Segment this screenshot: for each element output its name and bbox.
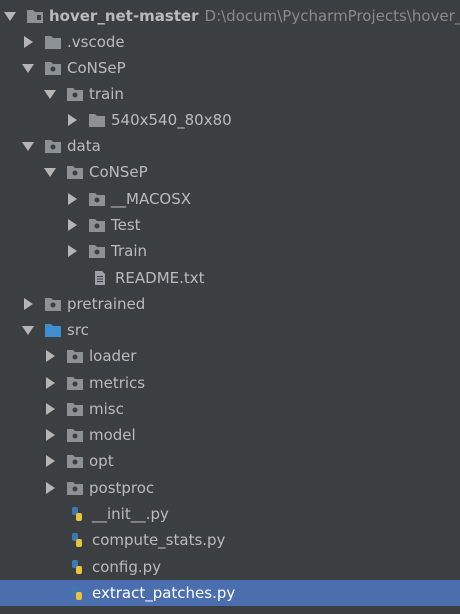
tree-item-label: config.py xyxy=(92,558,162,576)
folder-icon xyxy=(88,112,106,128)
tree-item-misc[interactable]: misc xyxy=(0,396,460,422)
tree-item-label: 540x540_80x80 xyxy=(111,111,232,129)
module-folder-icon xyxy=(26,8,44,24)
tree-item-label: src xyxy=(67,321,89,339)
folder-icon xyxy=(66,480,84,496)
python-file-icon xyxy=(69,585,87,601)
expand-arrow-icon[interactable] xyxy=(22,140,34,152)
tree-item-label: model xyxy=(89,426,136,444)
tree-item-label: Train xyxy=(111,242,147,260)
project-tree: hover_net-master D:\docum\PycharmProject… xyxy=(0,0,460,614)
collapse-arrow-icon[interactable] xyxy=(44,403,56,415)
tree-item-label: metrics xyxy=(89,374,146,392)
folder-icon xyxy=(66,453,84,469)
project-name: hover_net-master xyxy=(49,7,199,25)
source-folder-icon xyxy=(44,322,62,338)
tree-item-compute-stats-py[interactable]: compute_stats.py xyxy=(0,527,460,553)
expand-arrow-icon[interactable] xyxy=(4,10,16,22)
tree-item-train-data[interactable]: Train xyxy=(0,238,460,264)
collapse-arrow-icon[interactable] xyxy=(22,36,34,48)
tree-item-label: train xyxy=(89,85,124,103)
tree-item-src[interactable]: src xyxy=(0,317,460,343)
collapse-arrow-icon[interactable] xyxy=(66,193,78,205)
collapse-arrow-icon[interactable] xyxy=(44,377,56,389)
text-file-icon xyxy=(92,270,110,286)
tree-item-consep[interactable]: CoNSeP xyxy=(0,55,460,81)
tree-item-data-consep[interactable]: CoNSeP xyxy=(0,159,460,185)
tree-item-postproc[interactable]: postproc xyxy=(0,475,460,501)
expand-arrow-icon[interactable] xyxy=(44,166,56,178)
tree-item-label: compute_stats.py xyxy=(92,531,226,549)
tree-item-540x540[interactable]: 540x540_80x80 xyxy=(0,107,460,133)
expand-arrow-icon[interactable] xyxy=(22,62,34,74)
folder-icon xyxy=(88,243,106,259)
tree-item-train[interactable]: train xyxy=(0,81,460,107)
tree-item-label: data xyxy=(67,137,101,155)
tree-item-pretrained[interactable]: pretrained xyxy=(0,291,460,317)
tree-item-label: postproc xyxy=(89,479,155,497)
collapse-arrow-icon[interactable] xyxy=(44,482,56,494)
folder-icon xyxy=(66,86,84,102)
tree-item-init-py[interactable]: __init__.py xyxy=(0,501,460,527)
collapse-arrow-icon[interactable] xyxy=(66,219,78,231)
tree-item-label: .vscode xyxy=(67,33,125,51)
python-file-icon xyxy=(69,532,87,548)
tree-item-label: opt xyxy=(89,452,114,470)
python-file-icon xyxy=(69,559,87,575)
collapse-arrow-icon[interactable] xyxy=(44,455,56,467)
collapse-arrow-icon[interactable] xyxy=(22,298,34,310)
tree-item-label: __init__.py xyxy=(92,505,169,523)
expand-arrow-icon[interactable] xyxy=(44,88,56,100)
tree-item-opt[interactable]: opt xyxy=(0,448,460,474)
tree-item-label: loader xyxy=(89,347,137,365)
tree-item-label: CoNSeP xyxy=(67,59,126,77)
folder-icon xyxy=(88,217,106,233)
expand-arrow-icon[interactable] xyxy=(22,324,34,336)
tree-item-data[interactable]: data xyxy=(0,133,460,159)
tree-item-test[interactable]: Test xyxy=(0,212,460,238)
collapse-arrow-icon[interactable] xyxy=(66,114,78,126)
tree-item-label: extract_patches.py xyxy=(92,584,236,602)
folder-icon xyxy=(66,348,84,364)
collapse-arrow-icon[interactable] xyxy=(44,350,56,362)
tree-item-extract-patches-py[interactable]: extract_patches.py xyxy=(0,580,460,606)
folder-icon xyxy=(44,34,62,50)
tree-item-metrics[interactable]: metrics xyxy=(0,370,460,396)
tree-item-label: misc xyxy=(89,400,124,418)
tree-item-loader[interactable]: loader xyxy=(0,343,460,369)
tree-item-model[interactable]: model xyxy=(0,422,460,448)
collapse-arrow-icon[interactable] xyxy=(66,245,78,257)
collapse-arrow-icon[interactable] xyxy=(44,429,56,441)
tree-item-macosx[interactable]: __MACOSX xyxy=(0,186,460,212)
folder-icon xyxy=(88,191,106,207)
tree-item-vscode[interactable]: .vscode xyxy=(0,29,460,55)
tree-item-label: README.txt xyxy=(115,269,205,287)
folder-icon xyxy=(44,138,62,154)
folder-icon xyxy=(66,164,84,180)
tree-root-project[interactable]: hover_net-master D:\docum\PycharmProject… xyxy=(0,3,460,29)
folder-icon xyxy=(66,427,84,443)
tree-item-label: pretrained xyxy=(67,295,146,313)
tree-item-label: CoNSeP xyxy=(89,163,148,181)
folder-icon xyxy=(44,296,62,312)
python-file-icon xyxy=(69,506,87,522)
tree-item-label: __MACOSX xyxy=(111,190,192,208)
project-path: D:\docum\PycharmProjects\hover_ne xyxy=(204,7,460,25)
folder-icon xyxy=(66,401,84,417)
tree-item-readme[interactable]: README.txt xyxy=(0,265,460,291)
tree-item-config-py[interactable]: config.py xyxy=(0,554,460,580)
folder-icon xyxy=(44,60,62,76)
folder-icon xyxy=(66,375,84,391)
tree-item-label: Test xyxy=(111,216,141,234)
